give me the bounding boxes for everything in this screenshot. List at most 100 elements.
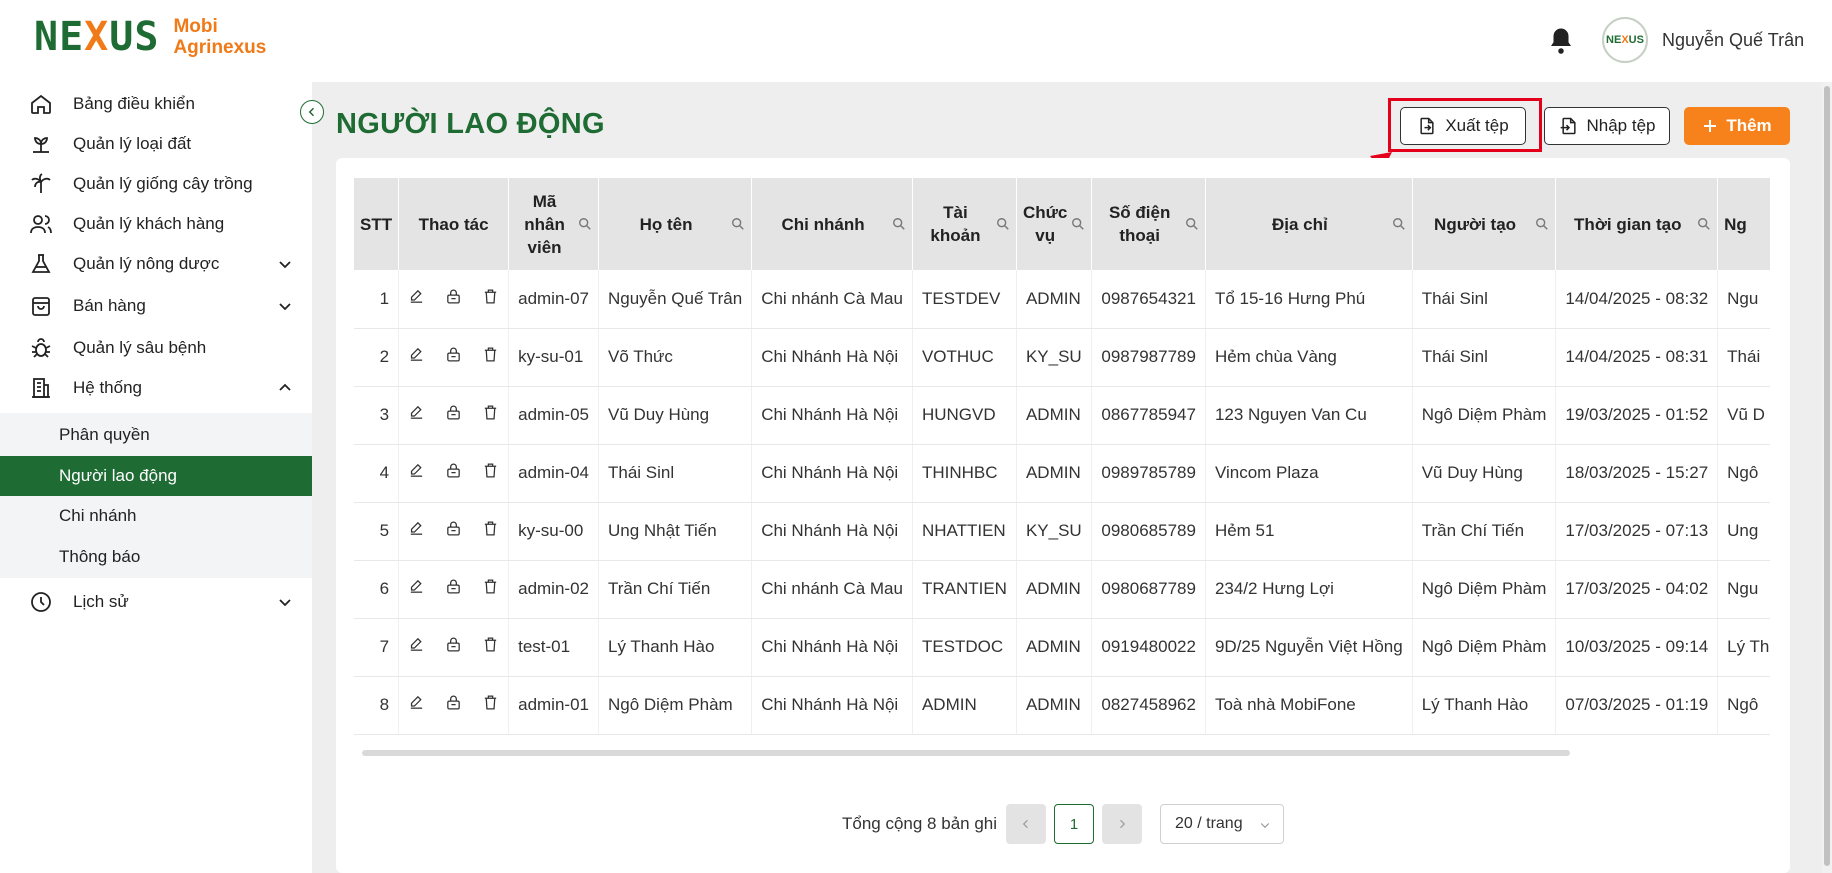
column-search-icon[interactable] — [1697, 214, 1711, 230]
sidebar-subitem-permissions[interactable]: Phân quyền — [0, 415, 312, 455]
lock-icon[interactable] — [445, 636, 462, 658]
brand-line-1: Mobi — [173, 16, 218, 37]
trash-icon[interactable] — [482, 520, 499, 542]
table-cell: Thái Sinl — [1412, 270, 1557, 329]
table-cell: Chi Nhánh Hà Nội — [751, 502, 913, 561]
sidebar-subitem-branches[interactable]: Chi nhánh — [0, 496, 312, 536]
chevron-down-icon — [277, 298, 293, 314]
column-header[interactable]: Thao tác — [398, 178, 510, 270]
sidebar-item-pests[interactable]: Quản lý sâu bệnh — [0, 328, 312, 368]
sidebar-item-pesticides[interactable]: Quản lý nông dược — [0, 244, 312, 284]
lock-icon[interactable] — [445, 462, 462, 484]
edit-icon[interactable] — [408, 520, 425, 542]
lock-icon[interactable] — [445, 404, 462, 426]
column-header[interactable]: Tài khoản — [912, 178, 1017, 270]
trash-icon[interactable] — [482, 404, 499, 426]
table-cell: Lý Thanh Hào — [598, 618, 753, 677]
sidebar-item-dashboard[interactable]: Bảng điều khiển — [0, 84, 312, 124]
row-index-cell: 3 — [354, 386, 400, 445]
edit-icon[interactable] — [408, 346, 425, 368]
sidebar-item-system[interactable]: Hệ thống — [0, 368, 312, 408]
sidebar-item-crop-varieties[interactable]: Quản lý giống cây trồng — [0, 164, 312, 204]
column-header-label: Chi nhánh — [781, 214, 865, 234]
edit-icon[interactable] — [408, 578, 425, 600]
palm-icon — [28, 171, 54, 197]
column-header[interactable]: Số điện thoại — [1091, 178, 1206, 270]
table-row[interactable]: 3 admin-05 Vũ Duy Hùng Chi Nhánh Hà Nội HUNG… — [354, 386, 1770, 445]
lock-icon[interactable] — [445, 520, 462, 542]
trash-icon[interactable] — [482, 346, 499, 368]
column-header[interactable]: Địa chỉ — [1205, 178, 1413, 270]
lock-icon[interactable] — [445, 578, 462, 600]
column-search-icon[interactable] — [996, 214, 1010, 230]
collapse-sidebar-button[interactable] — [300, 100, 324, 124]
column-header-label: STT — [360, 214, 393, 234]
trash-icon[interactable] — [482, 636, 499, 658]
lock-icon[interactable] — [445, 694, 462, 716]
column-search-icon[interactable] — [1071, 214, 1085, 230]
page-size-select[interactable]: 20 / trang — [1160, 804, 1284, 844]
edit-icon[interactable] — [408, 404, 425, 426]
table-row[interactable]: 8 admin-01 Ngô Diệm Phàm Chi Nhánh Hà Nội AD… — [354, 676, 1770, 735]
actions-cell — [398, 618, 510, 677]
edit-icon[interactable] — [408, 462, 425, 484]
page-1-button[interactable]: 1 — [1054, 804, 1094, 844]
scrollbar-thumb[interactable] — [1824, 86, 1830, 866]
avatar[interactable]: NE X US — [1602, 17, 1648, 63]
plus-icon — [1704, 120, 1717, 132]
column-search-icon[interactable] — [578, 214, 592, 230]
column-search-icon[interactable] — [731, 214, 745, 230]
trash-icon[interactable] — [482, 694, 499, 716]
user-name[interactable]: Nguyễn Quế Trân — [1662, 30, 1804, 51]
edit-icon[interactable] — [408, 288, 425, 310]
sidebar: Bảng điều khiển Quản lý loại đất Quản lý… — [0, 82, 312, 873]
table-row[interactable]: 5 ky-su-00 Ung Nhật Tiến Chi Nhánh Hà Nội NH… — [354, 502, 1770, 561]
table-row[interactable]: 4 admin-04 Thái Sinl Chi Nhánh Hà Nội THINHB… — [354, 444, 1770, 503]
column-search-icon[interactable] — [1535, 214, 1549, 230]
column-search-icon[interactable] — [1185, 214, 1199, 230]
vertical-scrollbar[interactable] — [1822, 82, 1832, 873]
lock-icon[interactable] — [445, 346, 462, 368]
column-search-icon[interactable] — [892, 214, 906, 230]
lock-icon[interactable] — [445, 288, 462, 310]
table-row[interactable]: 7 test-01 Lý Thanh Hào Chi Nhánh Hà Nội TEST… — [354, 618, 1770, 677]
column-search-icon[interactable] — [1392, 214, 1406, 230]
bell-icon[interactable] — [1546, 26, 1576, 56]
column-header[interactable]: STT — [354, 178, 400, 270]
edit-icon[interactable] — [408, 636, 425, 658]
column-header[interactable]: Ng — [1717, 178, 1770, 270]
trash-icon[interactable] — [482, 288, 499, 310]
table-row[interactable]: 6 admin-02 Trần Chí Tiến Chi nhánh Cà Mau TR… — [354, 560, 1770, 619]
column-header[interactable]: Người tạo — [1412, 178, 1557, 270]
sidebar-item-soil-types[interactable]: Quản lý loại đất — [0, 124, 312, 164]
sidebar-item-sales[interactable]: Bán hàng — [0, 286, 312, 326]
prev-page-button[interactable] — [1006, 804, 1046, 844]
add-button[interactable]: Thêm — [1684, 107, 1790, 145]
table-cell: ADMIN — [1016, 270, 1093, 329]
row-index-cell: 4 — [354, 444, 400, 503]
table-row[interactable]: 2 ky-su-01 Võ Thức Chi Nhánh Hà Nội VOTHUC KY… — [354, 328, 1770, 387]
horizontal-scrollbar[interactable] — [362, 750, 1570, 756]
import-file-button[interactable]: Nhập tệp — [1544, 107, 1670, 145]
table-cell: Ngô Diệm Phàm — [1412, 618, 1557, 677]
table-cell: Ngô — [1717, 444, 1770, 503]
edit-icon[interactable] — [408, 694, 425, 716]
table-scroll-area[interactable]: STT Thao tác Mã nhân viên Họ tên Chi nhánh Tà… — [354, 178, 1770, 743]
column-header[interactable]: Chức vụ — [1016, 178, 1093, 270]
sidebar-item-history[interactable]: Lịch sử — [0, 582, 312, 622]
column-header[interactable]: Mã nhân viên — [508, 178, 599, 270]
sidebar-subitem-workers[interactable]: Người lao động — [0, 456, 312, 496]
trash-icon[interactable] — [482, 462, 499, 484]
users-icon — [28, 211, 54, 237]
sidebar-subitem-notifications[interactable]: Thông báo — [0, 537, 312, 577]
column-header[interactable]: Chi nhánh — [751, 178, 913, 270]
sidebar-item-customers[interactable]: Quản lý khách hàng — [0, 204, 312, 244]
app-logo[interactable]: NEXUS Mobi Agrinexus — [34, 14, 266, 60]
table-cell: 17/03/2025 - 07:13 — [1555, 502, 1719, 561]
table-row[interactable]: 1 admin-07 Nguyễn Quế Trân Chi nhánh Cà Mau… — [354, 270, 1770, 329]
chevron-left-icon — [308, 107, 315, 117]
next-page-button[interactable] — [1102, 804, 1142, 844]
column-header[interactable]: Thời gian tạo — [1555, 178, 1719, 270]
column-header[interactable]: Họ tên — [598, 178, 753, 270]
trash-icon[interactable] — [482, 578, 499, 600]
